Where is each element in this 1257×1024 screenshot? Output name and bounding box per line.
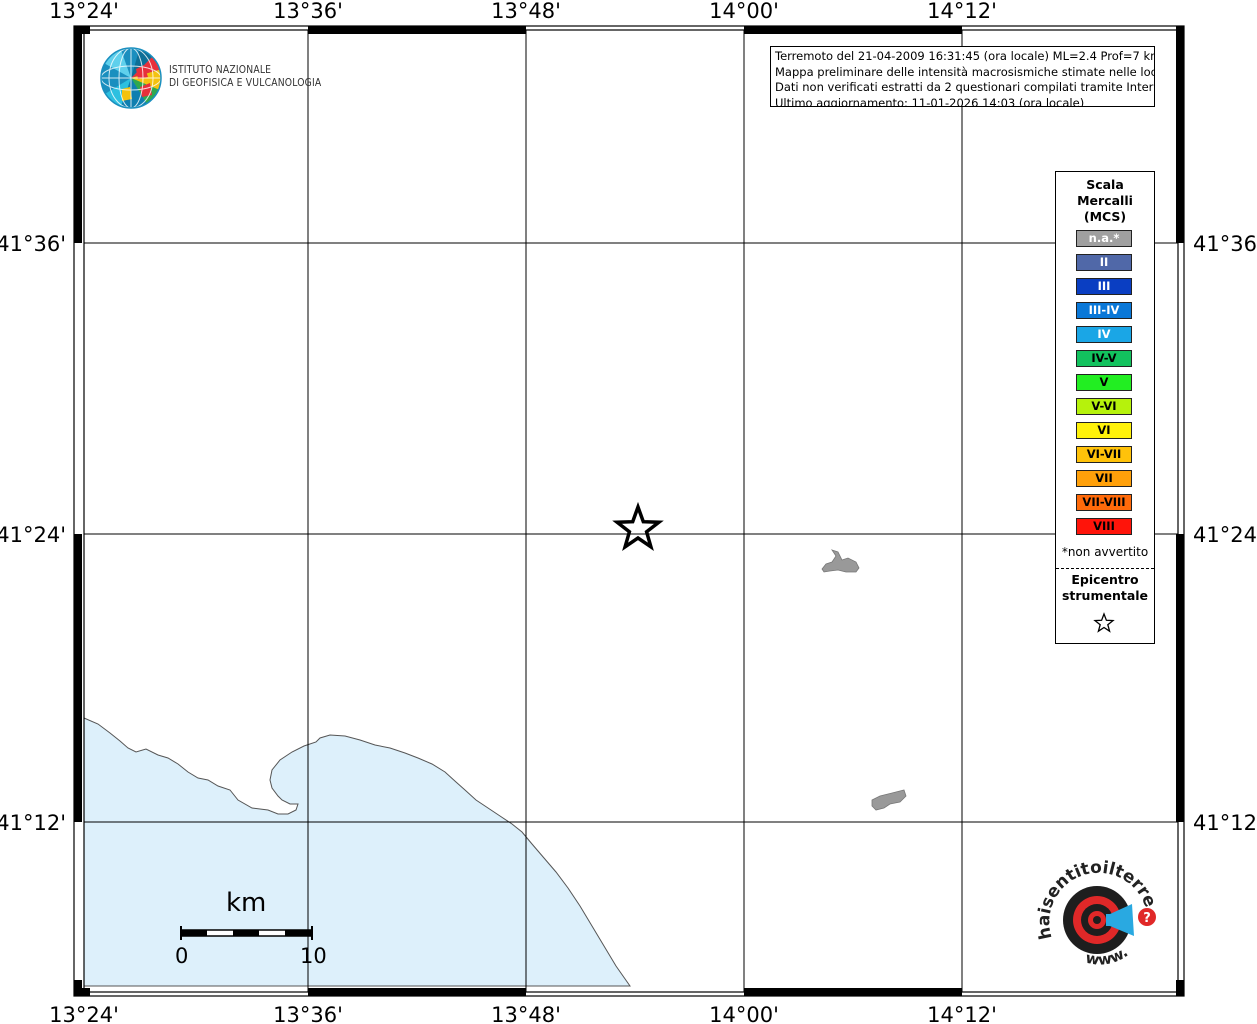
scale-bar-start: 0 [175,944,189,968]
legend-title: Scala Mercalli (MCS) [1056,177,1154,225]
ingv-name-line2: DI GEOFISICA E VULCANOLOGIA [169,77,322,89]
event-info-line1: Terremoto del 21-04-2009 16:31:45 (ora l… [775,49,1155,63]
frame-bar [74,26,82,243]
legend-item: V [1076,374,1132,391]
frame-bar [308,988,526,996]
legend-item: VI [1076,422,1132,439]
event-info-line4: Ultimo aggiornamento: 11-01-2026 14:03 (… [775,95,1085,107]
legend-epicenter-line2: strumentale [1061,588,1149,603]
legend-epicenter-title: Epicentro strumentale [1056,572,1154,604]
lake [821,549,860,573]
legend-item: III-IV [1076,302,1132,319]
ingv-name: ISTITUTO NAZIONALE DI GEOFISICA E VULCAN… [169,64,321,90]
event-info-box: Terremoto del 21-04-2009 16:31:45 (ora l… [770,46,1155,107]
event-info-line3: Dati non verificati estratti da 2 questi… [775,80,1155,94]
legend-item: n.a.* [1076,230,1132,247]
longitude-label: 13°24' [49,0,119,23]
frame-bar [74,980,82,996]
svg-text:?: ? [1143,911,1151,926]
legend-item: IV-V [1076,350,1132,367]
legend-item: V-VI [1076,398,1132,415]
event-info-line2: Mappa preliminare delle intensità macros… [775,64,1155,79]
ingv-name-line1: ISTITUTO NAZIONALE [169,64,272,76]
longitude-label: 13°36' [273,0,343,23]
latitude-label: 41°36' [1193,232,1257,256]
longitude-label: 14°00' [709,1003,779,1024]
latitude-label: 41°36' [0,232,66,256]
legend-item: VII-VIII [1076,494,1132,511]
longitude-label: 13°48' [491,0,561,23]
legend-item: VIII [1076,518,1132,535]
legend-item: VII [1076,470,1132,487]
scale-bar-unit: km [226,888,267,918]
legend-title-line1: Scala [1086,177,1124,192]
longitude-label: 14°12' [927,0,997,23]
lake [871,789,907,811]
epicenter-star-icon [612,501,664,551]
legend-item: II [1076,254,1132,271]
longitude-label: 13°36' [273,1003,343,1024]
legend-epicenter-line1: Epicentro [1071,572,1139,587]
legend-item: III [1076,278,1132,295]
latitude-label: 41°12' [0,811,66,835]
frame-bar [744,988,962,996]
legend-separator [1056,568,1154,569]
frame-bar [1176,26,1184,243]
sea-area [83,717,631,987]
legend-na-note: *non avvertito [1061,545,1149,559]
frame-bar [308,26,526,34]
frame-bar [744,26,962,34]
longitude-label: 14°12' [927,1003,997,1024]
latitude-label: 41°24' [1193,523,1257,547]
frame-bar [1176,980,1184,996]
intensity-legend: Scala Mercalli (MCS) n.a.* II III III-IV IV I… [1055,171,1155,644]
longitude-label: 13°48' [491,1003,561,1024]
latitude-label: 41°12' [1193,811,1257,835]
scale-bar-end: 10 [300,944,327,968]
haisentitoilterremoto-logo: haisentitoilterremoto.it www. ? [1030,850,1160,969]
legend-title-line2: Mercalli [1077,193,1133,208]
latitude-label: 41°24' [0,523,66,547]
legend-item: VI-VII [1076,446,1132,463]
legend-item: IV [1076,326,1132,343]
legend-star-icon [1093,612,1115,633]
frame-bar [1176,534,1184,822]
longitude-label: 14°00' [709,0,779,23]
frame-bar [74,534,82,822]
longitude-label: 13°24' [49,1003,119,1024]
legend-title-line3: (MCS) [1083,209,1127,224]
